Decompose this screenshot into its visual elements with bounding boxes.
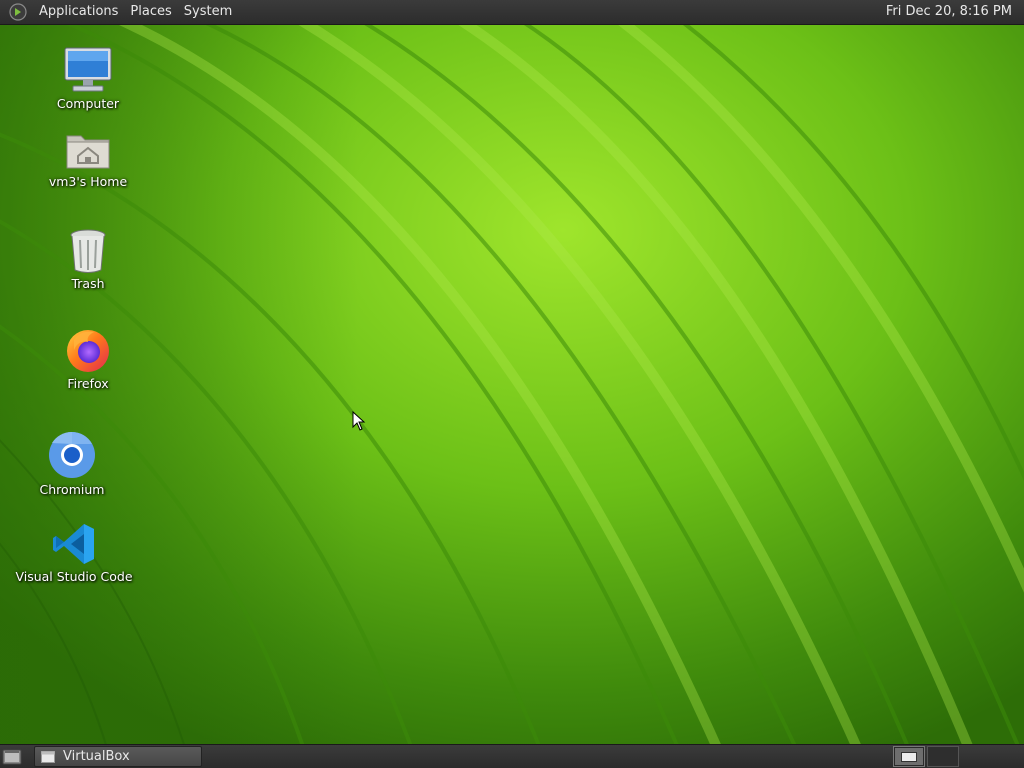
clock[interactable]: Fri Dec 20, 8:16 PM <box>886 0 1012 24</box>
bottom-panel: VirtualBox <box>0 744 1024 768</box>
desktop-icon-chromium[interactable]: Chromium <box>7 430 137 497</box>
system-menu[interactable]: System <box>178 0 238 24</box>
desktop-icon-firefox[interactable]: Firefox <box>23 326 153 391</box>
mate-logo-icon[interactable] <box>9 3 27 21</box>
desktop-icon-home[interactable]: vm3's Home <box>23 128 153 189</box>
top-panel: Applications Places System Fri Dec 20, 8… <box>0 0 1024 25</box>
firefox-icon <box>67 330 109 372</box>
desktop-icon-vscode[interactable]: Visual Studio Code <box>9 521 139 584</box>
window-icon <box>41 750 55 763</box>
computer-icon <box>64 47 112 92</box>
places-menu[interactable]: Places <box>124 0 177 24</box>
vscode-icon <box>53 524 94 564</box>
home-folder-icon <box>66 135 110 169</box>
desktop-icon-label: Trash <box>71 276 105 291</box>
desktop-icon-label: Firefox <box>67 376 109 391</box>
workspace-2[interactable] <box>927 746 959 767</box>
workspace-switcher[interactable] <box>893 746 925 767</box>
show-desktop-icon[interactable] <box>2 748 22 766</box>
desktop-icon-label: Chromium <box>39 482 105 497</box>
desktop-icon-label: Visual Studio Code <box>15 569 133 584</box>
desktop-screen: Applications Places System Fri Dec 20, 8… <box>0 0 1024 768</box>
desktop-icon-label: Computer <box>56 96 120 111</box>
applications-menu[interactable]: Applications <box>33 0 124 24</box>
mouse-cursor-icon <box>352 411 366 431</box>
desktop-icon-label: vm3's Home <box>48 174 128 189</box>
desktop-icon-computer[interactable]: Computer <box>23 46 153 111</box>
wallpaper <box>0 0 1024 768</box>
trash-icon <box>70 229 106 273</box>
chromium-icon <box>49 431 95 478</box>
workspace-1[interactable] <box>895 748 923 765</box>
workspace-window-thumbnail <box>901 752 917 762</box>
taskbar-button-label: VirtualBox <box>63 749 130 764</box>
desktop-icon-trash[interactable]: Trash <box>23 228 153 291</box>
taskbar-button-virtualbox[interactable]: VirtualBox <box>34 746 202 767</box>
